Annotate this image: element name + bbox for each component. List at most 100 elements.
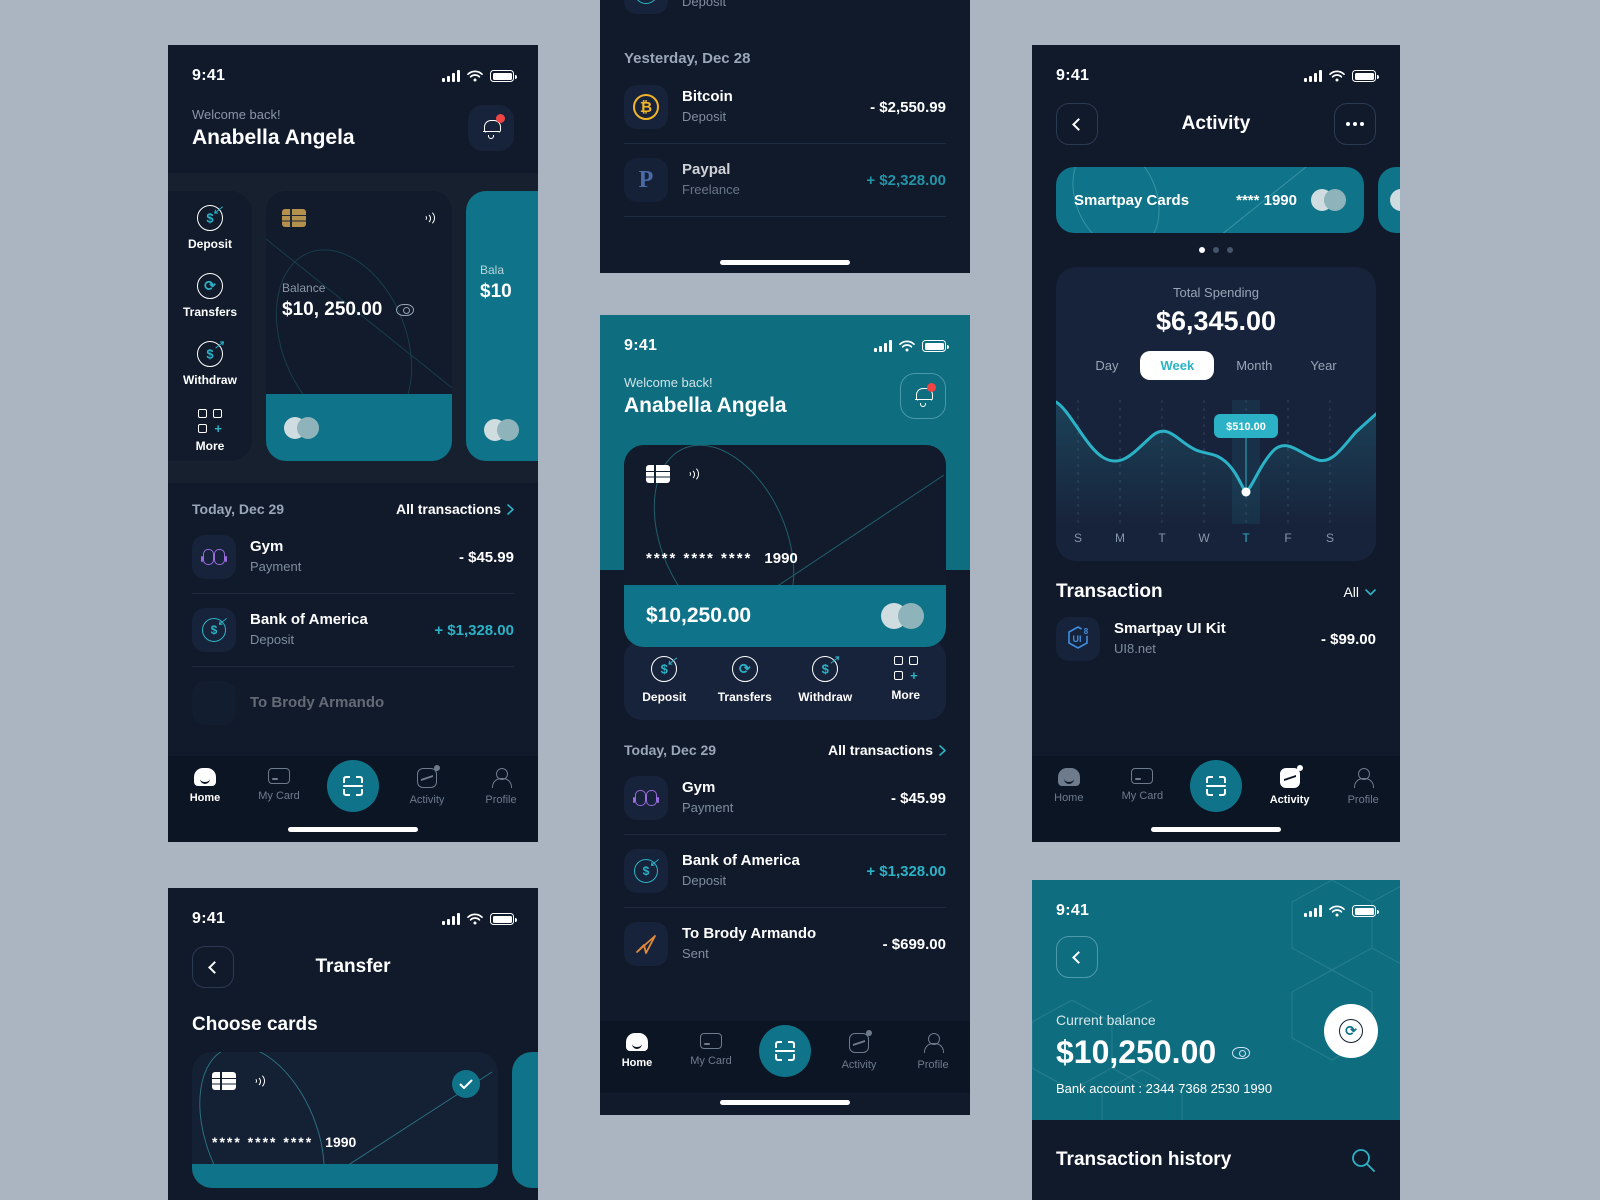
chevron-down-icon — [1365, 588, 1376, 595]
signal-icon — [874, 340, 892, 352]
tab-activity[interactable]: Activity — [822, 1030, 896, 1071]
action-withdraw[interactable]: $ ↗ Withdraw — [183, 338, 237, 387]
tab-scan[interactable] — [748, 1025, 822, 1077]
card-name: Smartpay Cards — [1074, 191, 1190, 209]
tab-my-card[interactable]: My Card — [242, 768, 316, 802]
action-transfers[interactable]: ⟳ Transfers — [183, 273, 237, 319]
eye-icon[interactable] — [1232, 1046, 1251, 1059]
tab-home[interactable]: Home — [168, 768, 242, 804]
chart-tooltip-label: $510.00 — [1226, 421, 1266, 433]
carousel-dot[interactable] — [1227, 247, 1233, 253]
notifications-button[interactable] — [468, 105, 514, 151]
card-option-1[interactable]: **** **** **** 1990 — [192, 1052, 498, 1188]
range-month[interactable]: Month — [1220, 351, 1288, 380]
more-options-button[interactable] — [1333, 103, 1376, 145]
more-icon: + — [197, 409, 222, 435]
activity-icon — [1279, 765, 1303, 788]
spending-chart: $510.00 S M T W T F S — [1056, 392, 1376, 547]
screen-home-center: 9:41 Welcome back! Anabella Angela **** … — [600, 315, 970, 1115]
tab-home[interactable]: Home — [1032, 768, 1106, 804]
section-date: Today, Dec 29 — [624, 742, 717, 758]
tab-my-card[interactable]: My Card — [674, 1033, 748, 1067]
mastercard-logo — [1390, 189, 1400, 211]
table-row[interactable]: Gym Payment - $45.99 — [600, 762, 970, 834]
transaction-filter[interactable]: All — [1343, 584, 1376, 600]
status-bar: 9:41 — [600, 315, 970, 367]
deposit-icon-wrap: $↙ — [192, 608, 236, 652]
card-secondary[interactable]: Bala $10 — [466, 191, 538, 461]
tab-profile[interactable]: Profile — [1326, 768, 1400, 806]
action-deposit[interactable]: $ ↙ Deposit — [624, 654, 705, 704]
action-transfers[interactable]: ⟳ Transfers — [705, 656, 786, 704]
tx-sub: Payment — [682, 799, 734, 815]
section-date: Yesterday, Dec 28 — [624, 50, 751, 67]
card-primary[interactable]: **** **** **** 1990 $10,250.00 — [624, 445, 946, 647]
range-year[interactable]: Year — [1294, 351, 1352, 380]
spending-amount: $6,345.00 — [1155, 306, 1277, 336]
screen-balance: 9:41 Current balance $10,250.00 Bank acc… — [1032, 880, 1400, 1200]
table-row[interactable]: To Brody Armando — [168, 667, 538, 739]
refresh-button[interactable]: ⟳ — [1324, 1004, 1378, 1058]
all-transactions-link[interactable]: All transactions — [828, 742, 946, 758]
back-button[interactable] — [1056, 103, 1098, 145]
tab-label: Profile — [917, 1059, 949, 1071]
card-selected-check[interactable] — [452, 1070, 480, 1098]
action-more[interactable]: + More — [866, 656, 947, 704]
tab-activity[interactable]: Activity — [1253, 765, 1327, 806]
tab-label: My Card — [258, 790, 300, 802]
ui8-icon-wrap: UI 8 — [1056, 617, 1100, 661]
carousel-dots — [1032, 247, 1400, 253]
contactless-icon — [418, 209, 436, 227]
search-icon[interactable] — [1350, 1147, 1376, 1173]
table-row[interactable]: $↙ Bank of America Deposit + $1,328.00 — [600, 0, 970, 28]
tab-scan[interactable] — [316, 760, 390, 812]
tab-profile[interactable]: Profile — [896, 1033, 970, 1071]
svg-text:T: T — [1242, 531, 1250, 545]
range-selector: Day Week Month Year — [1056, 351, 1376, 380]
tab-label: Profile — [485, 794, 517, 806]
table-row[interactable]: $↙ Bank of America Deposit + $1,328.00 — [600, 835, 970, 907]
table-row[interactable]: Gym Payment - $45.99 — [168, 521, 538, 593]
gym-icon-wrap — [192, 535, 236, 579]
card-option-2[interactable] — [512, 1052, 538, 1188]
card-smartpay[interactable]: Smartpay Cards **** 1990 — [1056, 167, 1364, 233]
back-button[interactable] — [1056, 936, 1098, 978]
range-week[interactable]: Week — [1140, 351, 1215, 380]
carousel-dot[interactable] — [1213, 247, 1219, 253]
tab-activity[interactable]: Activity — [390, 765, 464, 806]
scan-button[interactable] — [1189, 760, 1242, 812]
home-icon — [194, 768, 216, 786]
tab-profile[interactable]: Profile — [464, 768, 538, 806]
tab-scan[interactable] — [1179, 760, 1253, 812]
action-more[interactable]: + More — [196, 409, 224, 453]
eye-icon[interactable] — [396, 304, 415, 316]
action-withdraw[interactable]: $ ↗ Withdraw — [785, 653, 866, 704]
user-name: Anabella Angela — [624, 393, 787, 417]
table-row[interactable]: P Paypal Freelance + $2,328.00 — [600, 144, 970, 216]
action-label: Deposit — [187, 237, 232, 251]
tx-sub: Deposit — [682, 108, 727, 124]
tab-home[interactable]: Home — [600, 1033, 674, 1069]
table-row[interactable]: UI 8 Smartpay UI Kit UI8.net - $99.00 — [1032, 603, 1400, 675]
tab-label: My Card — [1121, 790, 1164, 802]
send-icon-wrap — [192, 681, 236, 725]
scan-button[interactable] — [759, 1025, 811, 1077]
carousel-dot[interactable] — [1199, 247, 1205, 253]
card-last4: 1990 — [325, 1134, 357, 1150]
page-title: Transfer — [315, 956, 391, 977]
card-primary[interactable]: Balance $10, 250.00 — [266, 191, 452, 461]
table-row[interactable]: $↙ Bank of America Deposit + $1,328.00 — [168, 594, 538, 666]
table-row[interactable]: To Brody Armando Sent - $699.00 — [600, 908, 970, 980]
scan-button[interactable] — [327, 760, 379, 812]
card-next-peek[interactable] — [1378, 167, 1400, 233]
tab-my-card[interactable]: My Card — [1106, 768, 1180, 802]
tx-amount: - $45.99 — [890, 789, 946, 807]
transaction-title: Transaction — [1056, 581, 1163, 602]
action-deposit[interactable]: $ ↙ Deposit — [187, 203, 232, 251]
notifications-button[interactable] — [900, 373, 946, 419]
tab-label: Home — [621, 1057, 653, 1069]
table-row[interactable]: ₿ Bitcoin Deposit - $2,550.99 — [600, 71, 970, 143]
tx-amount: + $1,328.00 — [434, 621, 514, 639]
all-transactions-link[interactable]: All transactions — [396, 501, 514, 517]
range-day[interactable]: Day — [1079, 351, 1134, 380]
